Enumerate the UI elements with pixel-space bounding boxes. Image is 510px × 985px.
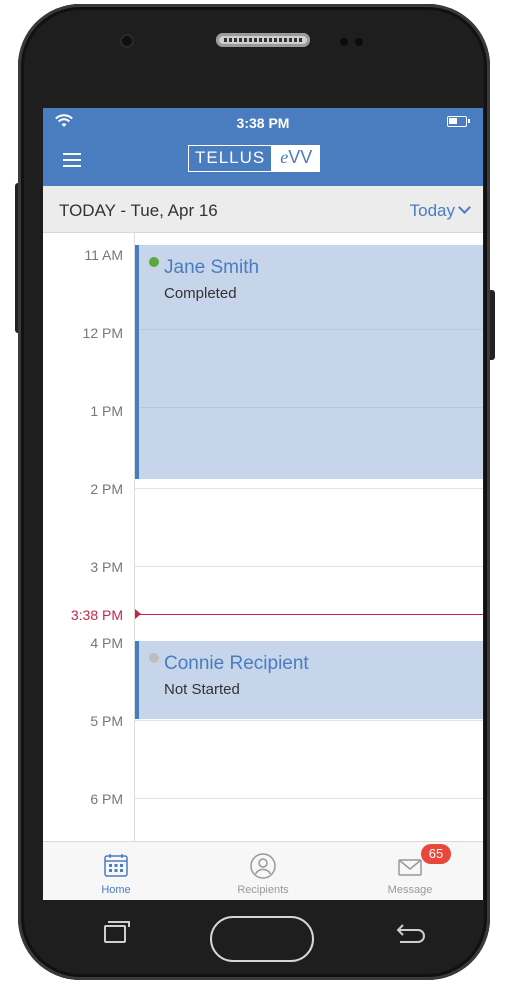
recent-apps-icon[interactable] bbox=[104, 921, 130, 943]
hour-label-4pm: 4 PM bbox=[90, 635, 123, 651]
hour-line bbox=[135, 488, 483, 489]
today-dropdown-button[interactable]: Today bbox=[409, 201, 471, 221]
logo-vv: VV bbox=[288, 147, 313, 167]
proximity-sensor bbox=[340, 38, 348, 46]
hour-label-1pm: 1 PM bbox=[90, 403, 123, 419]
status-bar: 3:38 PM bbox=[43, 108, 483, 136]
hour-line bbox=[135, 566, 483, 567]
tab-bar: Home Recipients 65 Message bbox=[43, 841, 483, 900]
status-dot-completed bbox=[149, 257, 159, 267]
speaker-grill bbox=[224, 38, 302, 42]
event-connie-recipient[interactable]: Connie Recipient Not Started bbox=[135, 641, 483, 719]
status-dot-not-started bbox=[149, 653, 159, 663]
hour-line bbox=[135, 798, 483, 799]
status-time: 3:38 PM bbox=[236, 115, 290, 131]
calendar-icon bbox=[104, 854, 128, 877]
event-name: Connie Recipient bbox=[164, 653, 309, 674]
light-sensor bbox=[355, 38, 363, 46]
person-icon bbox=[250, 853, 276, 879]
event-status: Completed bbox=[164, 285, 237, 302]
current-time-label: 3:38 PM bbox=[70, 607, 123, 623]
event-name: Jane Smith bbox=[164, 257, 260, 278]
app-screen: 3:38 PM TELLUS eVV TODAY - Tue, Apr 16 T… bbox=[43, 108, 483, 900]
nav-bar: TELLUS eVV bbox=[43, 136, 483, 186]
back-icon[interactable] bbox=[392, 922, 426, 946]
logo-evv: eVV bbox=[272, 145, 321, 172]
hour-label-2pm: 2 PM bbox=[90, 481, 123, 497]
tab-message[interactable]: 65 Message bbox=[337, 842, 483, 900]
tab-home[interactable]: Home bbox=[43, 842, 189, 900]
tab-label: Recipients bbox=[237, 884, 289, 896]
hour-label-12pm: 12 PM bbox=[82, 325, 123, 341]
front-camera bbox=[122, 36, 132, 46]
hour-label-5pm: 5 PM bbox=[90, 713, 123, 729]
hour-line bbox=[135, 720, 483, 721]
menu-icon[interactable] bbox=[63, 153, 81, 167]
current-date: TODAY - Tue, Apr 16 bbox=[59, 201, 218, 220]
event-hour-line bbox=[139, 329, 483, 330]
day-calendar[interactable]: 11 AM 12 PM 1 PM 2 PM 3 PM 3:38 PM 4 PM … bbox=[43, 233, 483, 841]
home-button[interactable] bbox=[210, 916, 314, 962]
logo-tellus: TELLUS bbox=[188, 145, 273, 172]
event-hour-line bbox=[139, 407, 483, 408]
hour-label-3pm: 3 PM bbox=[90, 559, 123, 575]
today-label: Today bbox=[409, 201, 455, 220]
event-status: Not Started bbox=[164, 681, 240, 698]
unread-badge: 65 bbox=[421, 844, 451, 864]
chevron-down-icon bbox=[458, 201, 471, 214]
hour-label-11am: 11 AM bbox=[84, 247, 123, 263]
current-time-line bbox=[135, 614, 483, 615]
tab-label: Message bbox=[387, 884, 433, 896]
date-bar: TODAY - Tue, Apr 16 Today bbox=[43, 186, 483, 233]
tab-label: Home bbox=[101, 884, 131, 896]
tab-recipients[interactable]: Recipients bbox=[190, 842, 336, 900]
event-jane-smith[interactable]: Jane Smith Completed bbox=[135, 245, 483, 479]
hour-label-6pm: 6 PM bbox=[90, 791, 123, 807]
battery-icon bbox=[447, 116, 470, 127]
app-logo: TELLUS eVV bbox=[188, 145, 334, 172]
